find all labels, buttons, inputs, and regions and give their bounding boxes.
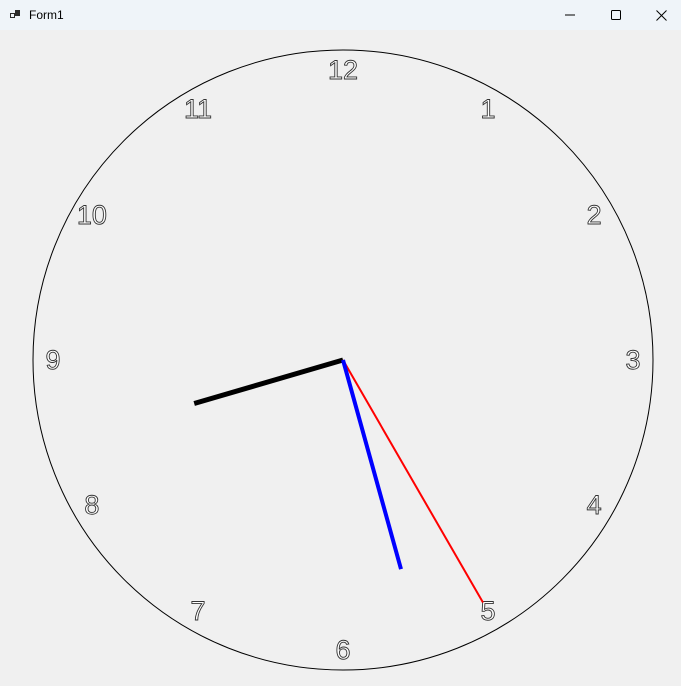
numeral-8: 8 — [84, 490, 99, 520]
close-icon — [655, 9, 667, 21]
minimize-button[interactable] — [547, 0, 593, 30]
maximize-icon — [611, 10, 621, 20]
minute-hand — [341, 359, 403, 570]
form-client-area: 12 1 2 3 4 5 6 7 8 9 10 11 — [0, 30, 681, 686]
numeral-11: 11 — [184, 94, 212, 124]
numeral-3: 3 — [625, 345, 640, 375]
hour-hand — [193, 357, 344, 406]
numeral-1: 1 — [480, 94, 495, 124]
window-title: Form1 — [29, 8, 64, 22]
numeral-10: 10 — [77, 200, 107, 230]
numeral-6: 6 — [335, 635, 350, 665]
numeral-2: 2 — [587, 200, 602, 230]
maximize-button[interactable] — [593, 0, 639, 30]
app-icon — [10, 10, 20, 18]
app-window: Form1 12 1 2 3 4 5 6 7 8 9 10 11 — [0, 0, 681, 686]
title-bar[interactable]: Form1 — [0, 0, 681, 30]
numeral-4: 4 — [587, 490, 602, 520]
clock-face: 121234567891011 — [32, 49, 654, 671]
numeral-9: 9 — [45, 345, 60, 375]
second-hand — [342, 359, 484, 603]
close-button[interactable] — [638, 0, 681, 30]
minimize-icon — [565, 14, 575, 16]
numeral-7: 7 — [190, 596, 205, 626]
numeral-12: 12 — [328, 55, 358, 85]
